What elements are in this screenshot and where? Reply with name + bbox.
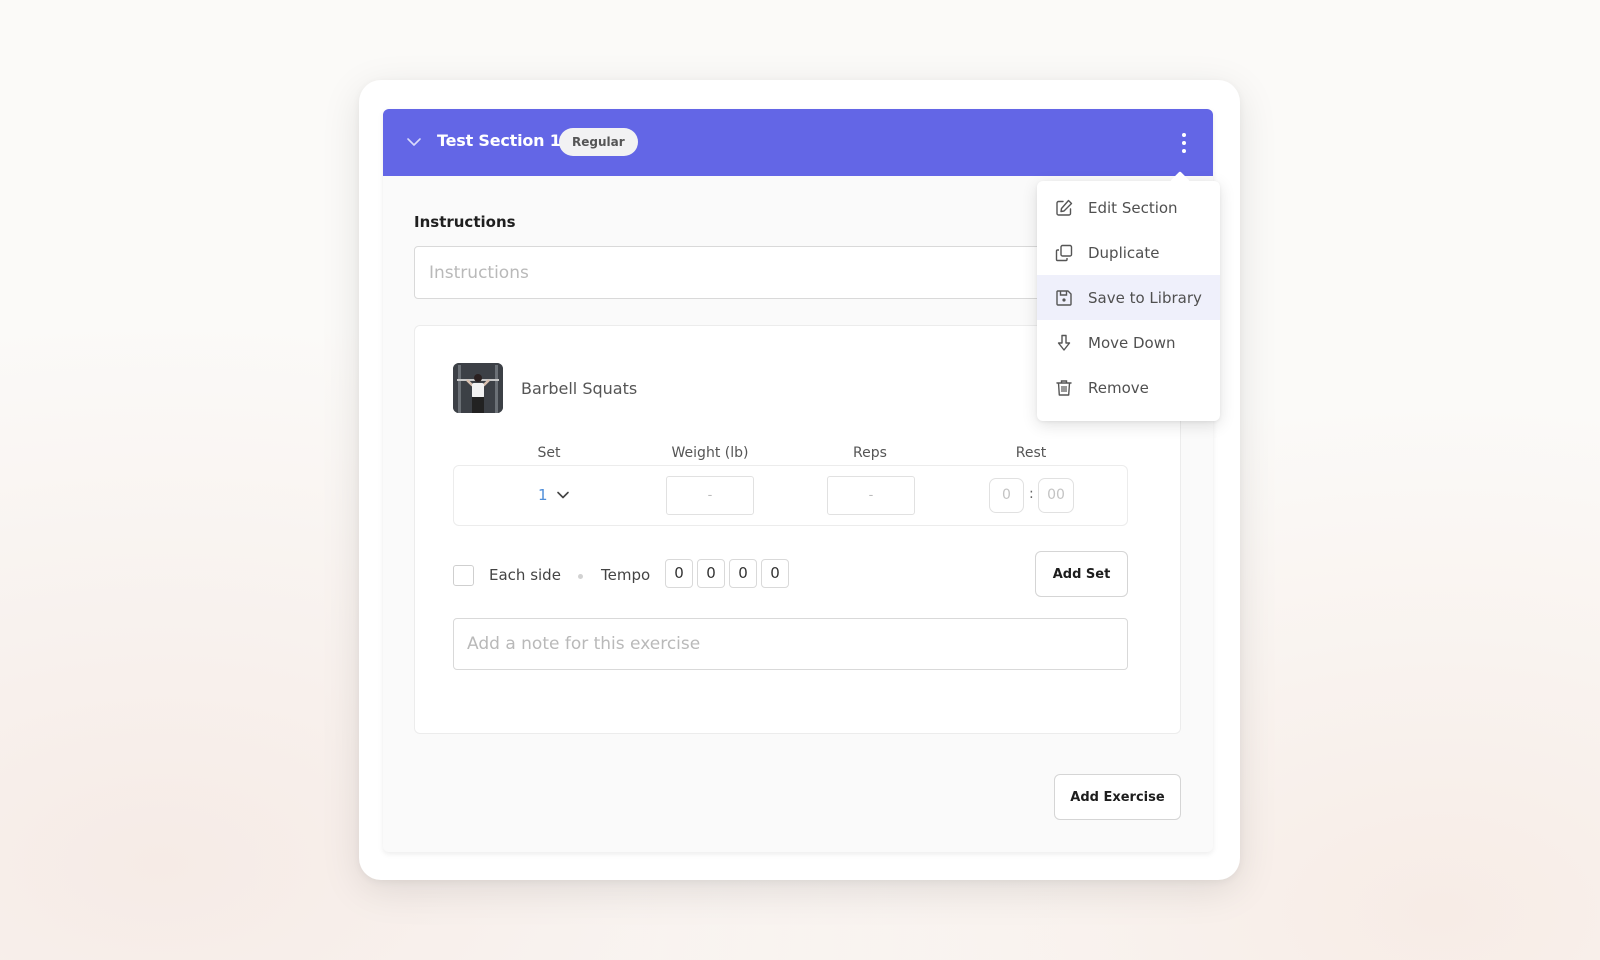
exercise-photo-icon [453, 363, 503, 413]
edit-icon [1056, 199, 1073, 216]
exercise-thumbnail[interactable] [453, 363, 503, 413]
weight-input[interactable]: - [666, 476, 754, 515]
section-options-menu: Edit Section Duplicate Save to Library M… [1037, 171, 1220, 421]
exercise-name: Barbell Squats [521, 379, 638, 398]
tempo-input-1[interactable]: 0 [665, 559, 693, 588]
instructions-label: Instructions [414, 213, 516, 231]
each-side-checkbox[interactable] [453, 565, 474, 586]
column-header-set: Set [537, 445, 561, 461]
menu-item-move-down[interactable]: Move Down [1037, 320, 1220, 365]
tempo-input-3[interactable]: 0 [729, 559, 757, 588]
column-header-rest: Rest [1015, 445, 1047, 461]
section-title: Test Section 1 [437, 131, 561, 150]
trash-icon [1056, 379, 1072, 396]
column-header-weight: Weight (lb) [671, 445, 749, 461]
rest-minutes-input[interactable]: 0 [989, 478, 1024, 513]
menu-item-edit-section[interactable]: Edit Section [1037, 185, 1220, 230]
menu-item-label: Remove [1088, 378, 1149, 397]
column-header-reps: Reps [853, 445, 887, 461]
separator-dot [578, 574, 583, 579]
add-exercise-button[interactable]: Add Exercise [1054, 774, 1181, 820]
menu-item-label: Edit Section [1088, 198, 1178, 217]
set-number-select[interactable]: 1 [538, 486, 570, 504]
tempo-input-4[interactable]: 0 [761, 559, 789, 588]
save-icon [1056, 289, 1072, 306]
rest-seconds-input[interactable]: 00 [1038, 478, 1074, 513]
rest-separator: : [1029, 486, 1034, 502]
kebab-dot [1182, 149, 1186, 153]
more-options-button[interactable] [1177, 131, 1191, 155]
menu-item-duplicate[interactable]: Duplicate [1037, 230, 1220, 275]
kebab-dot [1182, 141, 1186, 145]
reps-input[interactable]: - [827, 476, 915, 515]
section-header: Test Section 1 Regular [383, 109, 1213, 176]
kebab-dot [1182, 133, 1186, 137]
menu-item-label: Duplicate [1088, 243, 1160, 262]
menu-item-remove[interactable]: Remove [1037, 365, 1220, 410]
set-number: 1 [538, 486, 548, 504]
collapse-chevron-icon[interactable] [405, 133, 423, 151]
add-set-button[interactable]: Add Set [1035, 551, 1128, 597]
menu-item-label: Move Down [1088, 333, 1176, 352]
chevron-down-icon [556, 491, 569, 499]
tempo-input-2[interactable]: 0 [697, 559, 725, 588]
exercise-note-input[interactable] [453, 618, 1128, 670]
menu-item-label: Save to Library [1088, 288, 1202, 307]
each-side-label: Each side [489, 566, 561, 584]
arrow-down-icon [1057, 334, 1071, 351]
tempo-label: Tempo [601, 566, 651, 584]
menu-item-save-to-library[interactable]: Save to Library [1037, 275, 1220, 320]
set-row: 1 - - 0 : 00 [453, 465, 1128, 526]
section-type-badge: Regular [559, 128, 638, 156]
duplicate-icon [1055, 244, 1073, 261]
